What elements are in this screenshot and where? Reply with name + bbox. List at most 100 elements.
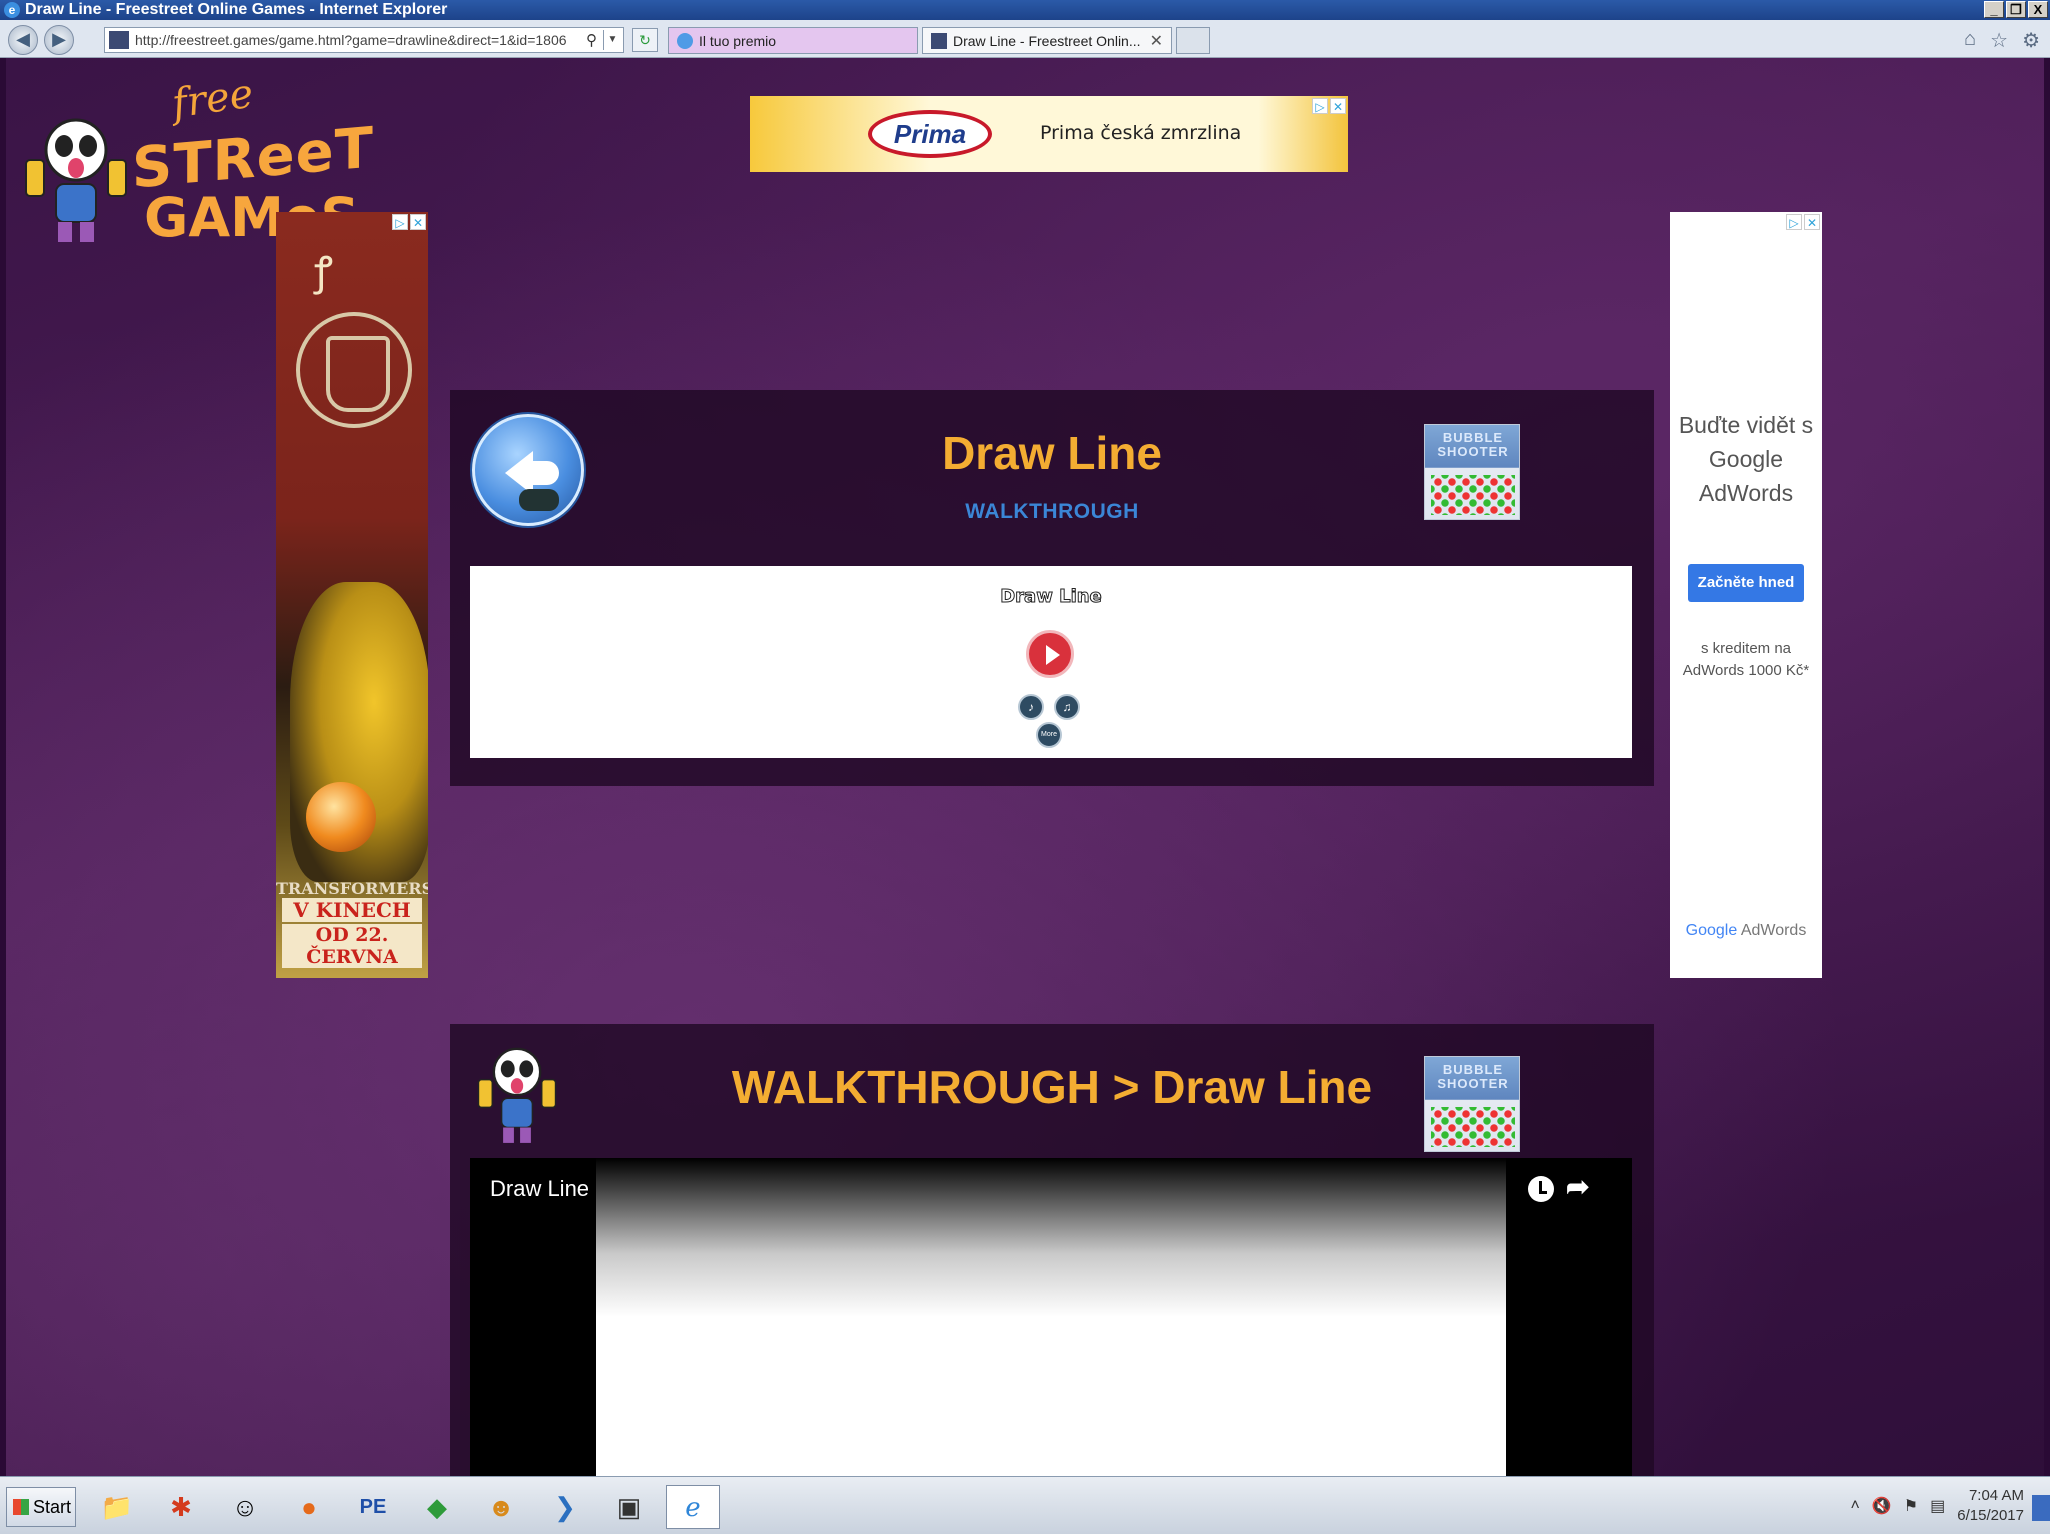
ad-slogan: Prima česká zmrzlina: [1040, 122, 1242, 144]
portrait-app-icon[interactable]: ☺: [218, 1485, 272, 1529]
game-panel: Draw Line WALKTHROUGH BUBBLE SHOOTER Dra…: [450, 390, 1654, 786]
search-icon[interactable]: ⚲: [586, 31, 597, 49]
ie-page-icon: [677, 33, 693, 49]
walkthrough-panel: WALKTHROUGH > Draw Line BUBBLE SHOOTER D…: [450, 1024, 1654, 1476]
browser-command-icons: ⌂ ☆ ⚙: [1964, 28, 2040, 53]
right-skyscraper-ad[interactable]: Buďte vidět s Google AdWords Začněte hne…: [1670, 212, 1822, 978]
system-tray: ˄ 🔇 ⚑ ▤ 7:04 AM 6/15/2017: [1851, 1483, 2050, 1529]
forward-button[interactable]: ▶: [44, 25, 74, 55]
music-toggle-button[interactable]: ♪: [1018, 694, 1044, 720]
thumbnail-title: BUBBLE SHOOTER: [1437, 430, 1509, 459]
tab-il-tuo-premio[interactable]: Il tuo premio: [668, 27, 918, 54]
start-label: Start: [33, 1496, 72, 1517]
clock-time: 7:04 AM: [1968, 1487, 2024, 1504]
adchoices-icon[interactable]: ▷: [392, 214, 408, 230]
internet-explorer-icon[interactable]: ℯ: [666, 1485, 720, 1529]
sound-toggle-button[interactable]: ♫: [1054, 694, 1080, 720]
video-title[interactable]: Draw Line: [490, 1176, 589, 1202]
tools-gear-icon[interactable]: ⚙: [2022, 28, 2040, 53]
address-dropdown-button[interactable]: ▼: [603, 30, 621, 50]
site-favicon-icon: [931, 33, 947, 49]
favorites-star-icon[interactable]: ☆: [1990, 28, 2008, 53]
close-window-button[interactable]: X: [2028, 1, 2048, 18]
address-bar[interactable]: http://freestreet.games/game.html?game=d…: [104, 27, 624, 53]
green-diamond-app-icon[interactable]: ◆: [410, 1485, 464, 1529]
ad-choices: ▷ ✕: [392, 214, 426, 230]
star-app-icon[interactable]: ✱: [154, 1485, 208, 1529]
window-controls: _ ❐ X: [1984, 1, 2048, 18]
ad-headline: Buďte vidět s Google AdWords: [1678, 412, 1814, 506]
web-page: free STReeT GAMeS Prima Prima česká zmrz…: [6, 58, 2044, 1476]
watch-later-clock-icon[interactable]: [1528, 1176, 1554, 1202]
browser-toolbar: ◀ ▶ http://freestreet.games/game.html?ga…: [0, 20, 2050, 58]
site-logo[interactable]: free STReeT GAMeS: [24, 71, 374, 249]
address-url: http://freestreet.games/game.html?game=d…: [135, 32, 567, 48]
tab-label: Draw Line - Freestreet Onlin...: [953, 32, 1141, 49]
video-screen[interactable]: [596, 1158, 1506, 1476]
back-button[interactable]: ◀: [8, 25, 38, 55]
home-icon[interactable]: ⌂: [1964, 28, 1976, 53]
ad-caption-line-1: TRANSFORMERS: [276, 879, 428, 898]
restore-button[interactable]: ❐: [2006, 1, 2026, 18]
new-tab-button[interactable]: [1176, 27, 1210, 54]
energy-orb-icon: [306, 782, 376, 852]
game-frame[interactable]: Draw Line ♪ ♫ More: [470, 566, 1632, 758]
autobot-emblem-icon: [296, 312, 412, 428]
pe-explorer-icon[interactable]: PE: [346, 1485, 400, 1529]
close-tab-icon[interactable]: ✕: [1150, 31, 1163, 51]
windows-flag-icon: [13, 1499, 29, 1515]
site-favicon-icon: [109, 31, 129, 49]
ad-close-icon[interactable]: ✕: [1804, 214, 1820, 230]
refresh-button[interactable]: ↻: [632, 28, 658, 52]
bubbles-icon: [1431, 475, 1515, 515]
ad-cta-button[interactable]: Začněte hned: [1688, 564, 1804, 602]
ad-choices: ▷ ✕: [1786, 214, 1820, 230]
ad-close-icon[interactable]: ✕: [1330, 98, 1346, 114]
ad-brand-logo: Prima: [868, 110, 992, 158]
more-games-button[interactable]: More: [1036, 722, 1062, 748]
logo-free-text: free: [169, 70, 257, 128]
left-skyscraper-ad[interactable]: ꝭ TRANSFORMERS V KINECH OD 22. ČERVNA ▷ …: [276, 212, 428, 978]
file-explorer-icon[interactable]: 📁: [90, 1485, 144, 1529]
firefox-icon[interactable]: ●: [282, 1485, 336, 1529]
bubble-shooter-thumbnail[interactable]: BUBBLE SHOOTER: [1424, 424, 1520, 520]
bubbles-icon: [1431, 1107, 1515, 1147]
fox-app-icon[interactable]: ☻: [474, 1485, 528, 1529]
tab-label: Il tuo premio: [699, 32, 777, 49]
ad-credit-text: s kreditem na AdWords 1000 Kč*: [1682, 640, 1810, 679]
window-title: Draw Line - Freestreet Online Games - In…: [25, 1, 448, 18]
bubble-shooter-thumbnail[interactable]: BUBBLE SHOOTER: [1424, 1056, 1520, 1152]
ad-caption-line-3: OD 22. ČERVNA: [282, 924, 422, 968]
top-banner-ad[interactable]: Prima Prima česká zmrzlina ▷ ✕: [750, 96, 1348, 172]
clock-date: 6/15/2017: [1957, 1507, 2024, 1524]
play-button[interactable]: [1026, 630, 1074, 678]
ad-caption-line-2: V KINECH: [282, 898, 422, 922]
window-title-bar: e Draw Line - Freestreet Online Games - …: [0, 0, 2050, 20]
game-frame-title: Draw Line: [1000, 586, 1103, 608]
google-wordmark: Google: [1685, 922, 1738, 939]
show-desktop-button[interactable]: [2032, 1495, 2050, 1521]
minimize-button[interactable]: _: [1984, 1, 2004, 18]
system-clock[interactable]: 7:04 AM 6/15/2017: [1957, 1486, 2024, 1526]
share-arrow-icon[interactable]: ➦: [1566, 1170, 1589, 1203]
adwords-wordmark: AdWords: [1737, 922, 1807, 939]
panda-mascot-icon: [25, 118, 127, 242]
volume-muted-icon[interactable]: 🔇: [1872, 1496, 1892, 1516]
google-adwords-logo: Google AdWords: [1670, 922, 1822, 940]
show-hidden-icons-icon[interactable]: ˄: [1851, 1497, 1860, 1515]
terminal-icon[interactable]: ▣: [602, 1485, 656, 1529]
ad-choices: ▷ ✕: [1312, 98, 1346, 114]
start-button[interactable]: Start: [6, 1487, 76, 1527]
powershell-icon[interactable]: ❯: [538, 1485, 592, 1529]
adchoices-icon[interactable]: ▷: [1786, 214, 1802, 230]
ad-symbol-icon: ꝭ: [314, 250, 333, 294]
adchoices-icon[interactable]: ▷: [1312, 98, 1328, 114]
ad-close-icon[interactable]: ✕: [410, 214, 426, 230]
video-player[interactable]: Draw Line ➦: [470, 1158, 1632, 1476]
tab-draw-line[interactable]: Draw Line - Freestreet Onlin... ✕: [922, 27, 1172, 54]
ad-caption: TRANSFORMERS V KINECH OD 22. ČERVNA: [276, 879, 428, 968]
network-icon[interactable]: ▤: [1930, 1496, 1945, 1516]
thumbnail-title: BUBBLE SHOOTER: [1437, 1062, 1509, 1091]
windows-taskbar: Start 📁 ✱ ☺ ● PE ◆ ☻ ❯ ▣ ℯ ˄ 🔇 ⚑ ▤ 7:04 …: [0, 1476, 2050, 1534]
action-center-flag-icon[interactable]: ⚑: [1904, 1496, 1918, 1516]
